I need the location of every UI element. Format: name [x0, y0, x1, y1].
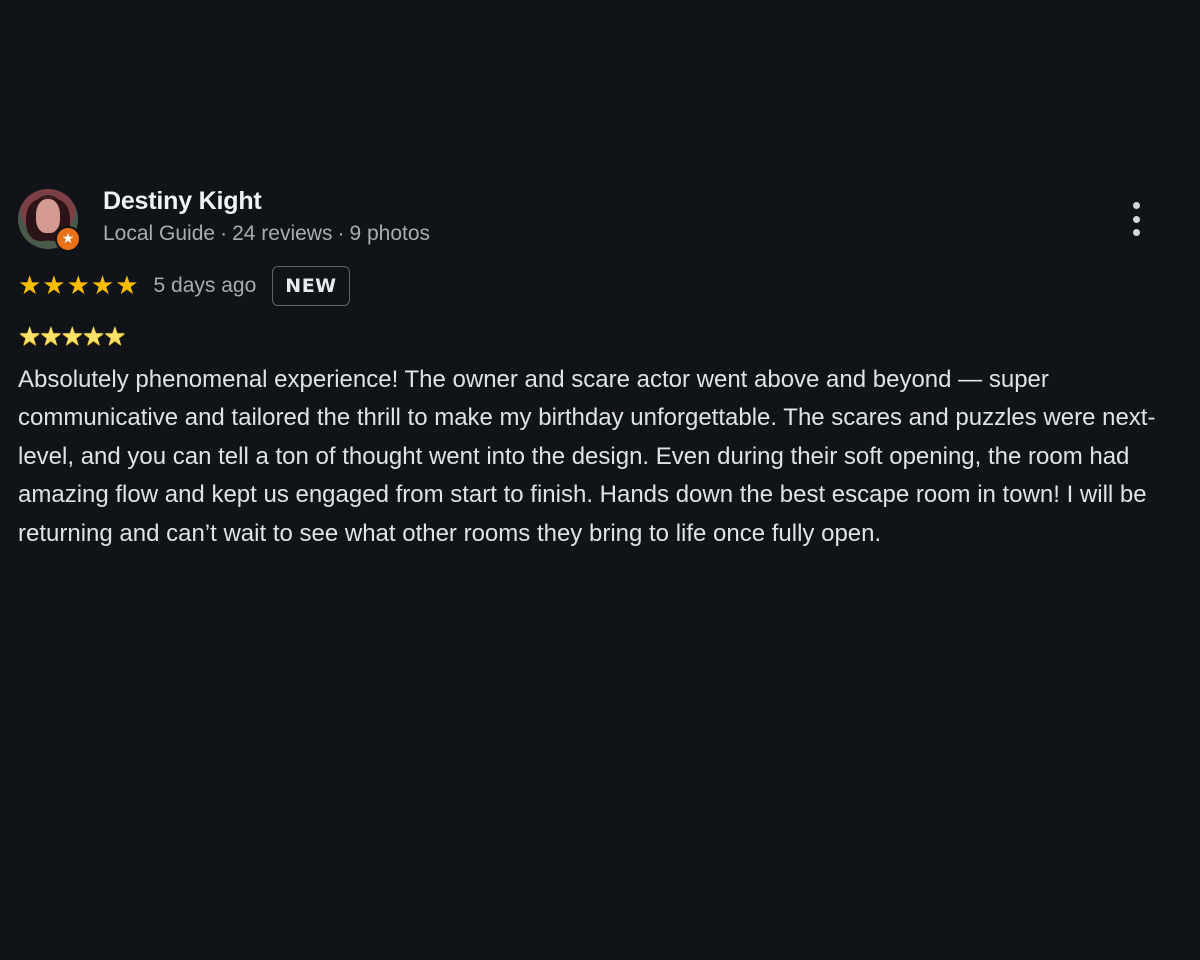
rating-row: ★★★★★ 5 days ago NEW [18, 265, 1178, 307]
meta-separator: · [220, 222, 228, 245]
avatar-photo [36, 199, 60, 233]
emoji-stars: ★★★★★ [18, 322, 127, 352]
reviewer-meta: Local Guide · 24 reviews · 9 photos [103, 222, 430, 246]
meta-separator: · [337, 222, 345, 245]
review-header: ★ Destiny Kight Local Guide · 24 reviews · 9… [18, 187, 1178, 252]
local-guide-star-icon: ★ [55, 226, 81, 252]
reviewer-photo-count: 9 photos [349, 222, 431, 245]
reviewer-role: Local Guide [103, 222, 216, 245]
menu-dot [1132, 215, 1140, 223]
review-time: 5 days ago [153, 274, 257, 297]
star-rating: ★★★★★ [18, 271, 140, 301]
reviewer-name[interactable]: Destiny Kight [103, 187, 262, 216]
new-badge: NEW [272, 266, 350, 306]
review-text: Absolutely phenomenal experience! The ow… [18, 366, 1156, 547]
avatar[interactable]: ★ [18, 189, 81, 252]
review-card: ★ Destiny Kight Local Guide · 24 reviews · 9… [18, 187, 1178, 553]
menu-dot [1132, 202, 1140, 209]
reviewer-review-count: 24 reviews [232, 222, 333, 245]
menu-dot [1132, 229, 1140, 236]
more-vert-icon[interactable] [1130, 202, 1142, 236]
